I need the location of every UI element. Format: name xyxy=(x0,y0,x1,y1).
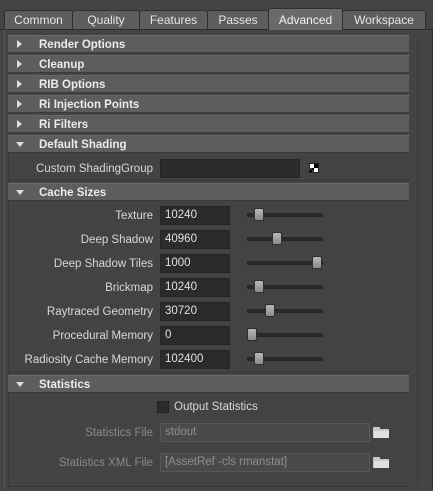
triangle-right-icon xyxy=(17,100,22,108)
section-title: Ri Filters xyxy=(39,119,89,131)
triangle-right-icon xyxy=(17,120,22,128)
tab-quality[interactable]: Quality xyxy=(72,10,140,29)
output-statistics-label: Output Statistics xyxy=(174,401,258,413)
custom-shading-group-label: Custom ShadingGroup xyxy=(36,163,153,175)
triangle-right-icon xyxy=(17,40,22,48)
tab-bar: Common Quality Features Passes Advanced … xyxy=(0,0,433,30)
section-render-options[interactable]: Render Options xyxy=(8,35,409,53)
statistics-xml-file-label: Statistics XML File xyxy=(58,457,153,469)
cache-row-value-field[interactable]: 30720 xyxy=(160,302,230,321)
section-cache-sizes[interactable]: Cache Sizes xyxy=(8,183,409,201)
statistics-xml-file-field[interactable]: [AssetRef -cls rmanstat] xyxy=(160,453,370,472)
triangle-down-icon xyxy=(16,190,24,195)
folder-icon[interactable] xyxy=(373,457,389,468)
statistics-file-label: Statistics File xyxy=(85,427,153,439)
cache-row-slider-track[interactable] xyxy=(247,309,323,313)
section-ri-filters[interactable]: Ri Filters xyxy=(8,115,409,133)
cache-row-label: Deep Shadow Tiles xyxy=(53,258,153,270)
statistics-file-field[interactable]: stdout xyxy=(160,423,370,442)
cache-row-slider-handle[interactable] xyxy=(247,328,257,341)
section-statistics[interactable]: Statistics xyxy=(8,375,409,393)
section-rib-options[interactable]: RIB Options xyxy=(8,75,409,93)
cache-row-slider-handle[interactable] xyxy=(312,256,323,269)
cache-row-value-field[interactable]: 40960 xyxy=(160,230,230,249)
section-cleanup[interactable]: Cleanup xyxy=(8,55,409,73)
cache-row-label: Raytraced Geometry xyxy=(46,306,153,318)
section-title: Ri Injection Points xyxy=(39,99,140,111)
cache-row-slider-track[interactable] xyxy=(247,333,323,337)
tab-advanced[interactable]: Advanced xyxy=(268,8,343,30)
output-statistics-checkbox[interactable] xyxy=(157,401,169,413)
custom-shading-group-field[interactable] xyxy=(160,159,300,178)
section-ri-injection-points[interactable]: Ri Injection Points xyxy=(8,95,409,113)
cache-row-slider-handle[interactable] xyxy=(272,232,283,245)
cache-row-slider-handle[interactable] xyxy=(265,304,276,317)
cache-row-slider-handle[interactable] xyxy=(253,352,264,365)
section-title: Render Options xyxy=(39,39,126,51)
cache-row-value-field[interactable]: 10240 xyxy=(160,206,230,225)
section-title: Default Shading xyxy=(39,139,127,151)
section-title: Cache Sizes xyxy=(39,187,107,199)
folder-icon[interactable] xyxy=(373,427,389,438)
triangle-down-icon xyxy=(16,142,24,147)
cache-row-label: Deep Shadow xyxy=(80,234,153,246)
section-default-shading[interactable]: Default Shading xyxy=(8,135,409,153)
triangle-right-icon xyxy=(17,80,22,88)
cache-row-value-field[interactable]: 1000 xyxy=(160,254,230,273)
tab-passes[interactable]: Passes xyxy=(207,10,269,29)
section-title: RIB Options xyxy=(39,79,106,91)
cache-row-slider-track[interactable] xyxy=(247,237,323,241)
cache-row-value-field[interactable]: 102400 xyxy=(160,350,230,369)
triangle-right-icon xyxy=(17,60,22,68)
cache-row-label: Brickmap xyxy=(105,282,153,294)
cache-row-slider-handle[interactable] xyxy=(253,208,264,221)
tab-workspace[interactable]: Workspace xyxy=(342,10,426,29)
cache-row-value-field[interactable]: 0 xyxy=(160,326,230,345)
section-title: Cleanup xyxy=(39,59,85,71)
scrollbar-track[interactable] xyxy=(417,36,418,487)
checker-icon[interactable] xyxy=(309,163,319,173)
cache-row-slider-handle[interactable] xyxy=(253,280,264,293)
triangle-down-icon xyxy=(16,382,24,387)
cache-row-label: Texture xyxy=(115,210,153,222)
section-title: Statistics xyxy=(39,379,91,391)
tab-features[interactable]: Features xyxy=(139,10,208,29)
cache-row-value-field[interactable]: 10240 xyxy=(160,278,230,297)
cache-row-label: Radiosity Cache Memory xyxy=(24,354,153,366)
cache-row-label: Procedural Memory xyxy=(52,330,153,342)
tab-common[interactable]: Common xyxy=(4,10,73,29)
